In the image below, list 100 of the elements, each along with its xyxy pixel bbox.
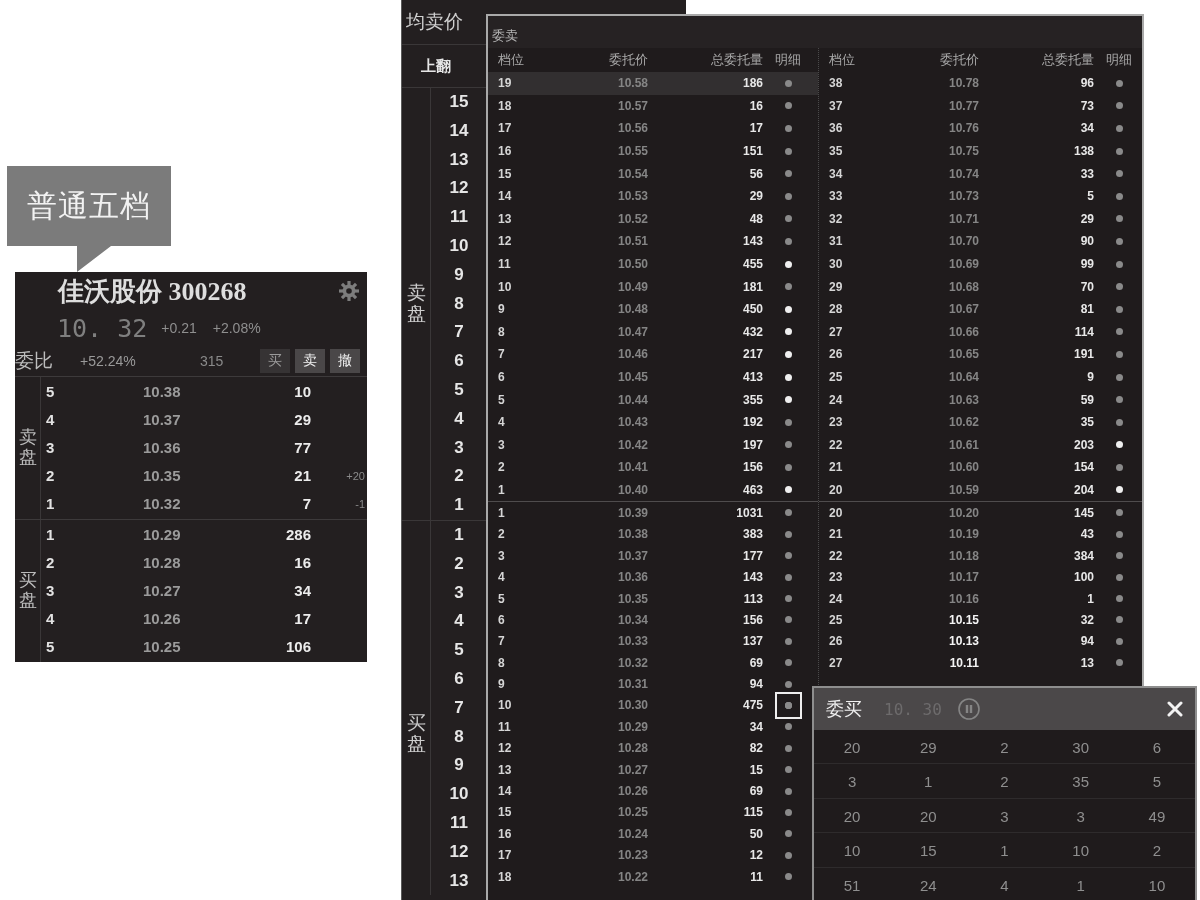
action-button[interactable]: 卖 — [295, 349, 325, 373]
dot-icon[interactable] — [1115, 215, 1123, 223]
tier-cell-text: 3 — [45, 438, 55, 456]
dot-icon[interactable] — [1115, 486, 1123, 494]
tier-cell-text: 1 — [45, 495, 55, 513]
volume-cell: 12 — [749, 848, 763, 863]
dot-icon[interactable] — [784, 215, 792, 223]
dot-icon[interactable] — [1115, 147, 1123, 155]
price-cell: 10.26 — [617, 784, 648, 799]
dot-icon[interactable] — [784, 744, 792, 752]
volume-cell: 70 — [1080, 279, 1094, 294]
pause-icon[interactable] — [957, 698, 980, 720]
dot-icon[interactable] — [1115, 283, 1123, 291]
dot-icon[interactable] — [784, 486, 792, 494]
dot-icon[interactable] — [784, 463, 792, 471]
dot-icon[interactable] — [784, 328, 792, 336]
dot-icon[interactable] — [1115, 530, 1123, 538]
volume-cell: 383 — [742, 527, 763, 542]
tier-number: 2 — [454, 552, 464, 575]
dot-icon[interactable] — [784, 595, 792, 603]
selected-row[interactable]: 19 10.58 186 — [488, 72, 818, 95]
dot-icon[interactable] — [784, 125, 792, 132]
dot-icon[interactable] — [784, 102, 792, 110]
dot-icon[interactable] — [784, 79, 792, 87]
dot-icon[interactable] — [784, 787, 792, 795]
dot-icon[interactable] — [784, 305, 792, 313]
dot-icon[interactable] — [1115, 192, 1123, 200]
tier-cell: 12 — [498, 234, 512, 249]
page-up-button[interactable]: 上翻 — [421, 56, 451, 76]
dot-icon[interactable] — [784, 873, 792, 881]
dot-icon[interactable] — [784, 851, 792, 859]
dot-icon[interactable] — [784, 441, 792, 449]
dot-icon[interactable] — [784, 373, 792, 381]
dot-icon[interactable] — [784, 830, 792, 838]
tier-cell: 24 — [829, 392, 843, 407]
dot-icon[interactable] — [784, 283, 792, 291]
dot-icon[interactable] — [784, 237, 792, 245]
volume-cell: 203 — [1073, 437, 1094, 452]
dot-icon[interactable] — [784, 637, 792, 645]
dot-icon[interactable] — [784, 808, 792, 816]
dot-icon[interactable] — [1115, 616, 1123, 624]
dot-icon[interactable] — [1115, 552, 1123, 560]
dot-icon[interactable] — [784, 573, 792, 581]
dot-icon[interactable] — [784, 260, 792, 268]
price-cell: 10.45 — [617, 370, 648, 384]
table-cell: 4 — [1000, 876, 1009, 894]
dot-icon[interactable] — [1115, 350, 1123, 358]
dot-icon[interactable] — [784, 723, 792, 731]
dot-icon[interactable] — [1115, 237, 1123, 245]
dot-icon[interactable] — [784, 170, 792, 178]
dot-icon[interactable] — [1115, 463, 1123, 471]
dot-icon[interactable] — [1115, 260, 1123, 268]
dot-icon[interactable] — [1115, 509, 1123, 517]
dot-icon[interactable] — [784, 418, 792, 426]
price-cell: 10.35 — [143, 467, 181, 485]
tier-number: 4 — [454, 407, 464, 430]
settings-gear-icon[interactable] — [339, 281, 359, 301]
dot-icon[interactable] — [1115, 637, 1123, 645]
dot-icon[interactable] — [784, 350, 792, 358]
dot-icon[interactable] — [784, 552, 792, 560]
dot-icon[interactable] — [784, 396, 792, 404]
dot-icon[interactable] — [1115, 170, 1123, 178]
dot-icon[interactable] — [1115, 573, 1123, 581]
dot-icon[interactable] — [1115, 328, 1123, 336]
tier-number: 7 — [454, 696, 464, 719]
dot-icon[interactable] — [784, 192, 792, 200]
tier-cell: 12 — [498, 741, 512, 756]
price-cell: 10.17 — [948, 570, 979, 585]
tier-number: 12 — [449, 840, 469, 863]
price-change: +0.21 — [161, 320, 197, 336]
dot-icon[interactable] — [1115, 305, 1123, 313]
table-cell: 20 — [843, 738, 861, 756]
dot-icon[interactable] — [1115, 418, 1123, 426]
tier-cell: 9 — [498, 302, 505, 317]
price-cell: 10.60 — [948, 460, 979, 475]
column-header: 委托价 — [940, 51, 979, 69]
dot-icon[interactable] — [1115, 102, 1123, 110]
table-cell: 1 — [924, 773, 933, 791]
close-icon[interactable] — [1167, 701, 1183, 717]
dot-icon[interactable] — [1115, 595, 1123, 603]
dot-icon[interactable] — [1115, 659, 1123, 667]
dot-icon[interactable] — [1115, 441, 1123, 449]
volume-cell: 137 — [742, 634, 763, 649]
dot-icon[interactable] — [784, 659, 792, 667]
dot-icon[interactable] — [1115, 396, 1123, 404]
price-cell: 10.51 — [617, 234, 648, 249]
action-button[interactable]: 撤 — [330, 349, 360, 373]
dot-icon[interactable] — [784, 680, 792, 688]
dot-icon[interactable] — [1115, 125, 1123, 132]
dot-icon[interactable] — [784, 530, 792, 538]
dot-icon[interactable] — [784, 616, 792, 624]
dot-icon[interactable] — [784, 509, 792, 517]
table-cell: 29 — [919, 738, 937, 756]
dot-icon[interactable] — [1115, 79, 1123, 87]
dot-icon[interactable] — [1115, 373, 1123, 381]
volume-cell: 94 — [749, 677, 763, 692]
column-header: 明细 — [1106, 51, 1132, 69]
tier-number: 1 — [454, 494, 464, 517]
dot-icon[interactable] — [784, 766, 792, 774]
dot-icon[interactable] — [784, 147, 792, 155]
